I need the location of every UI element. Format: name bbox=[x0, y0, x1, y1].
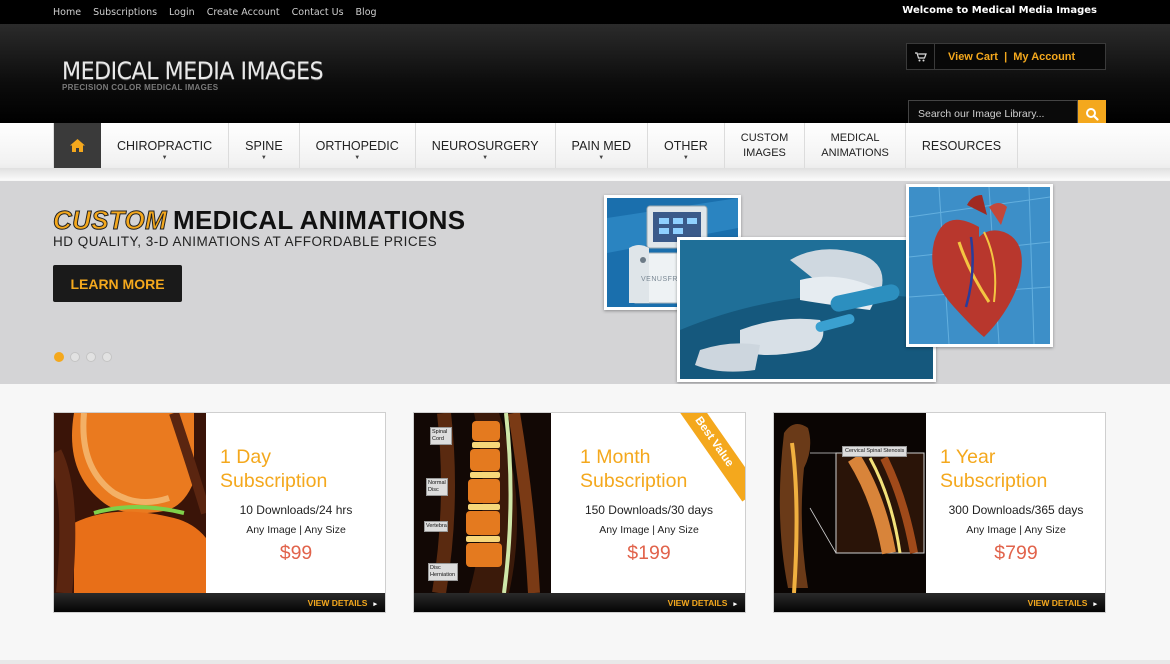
cart-separator: | bbox=[1004, 50, 1008, 63]
view-cart-link[interactable]: View Cart bbox=[948, 51, 998, 63]
nav-item-chiropractic[interactable]: CHIROPRACTIC ▼ bbox=[101, 123, 230, 168]
subscription-card-day[interactable]: 1 Day Subscription 10 Downloads/24 hrs An… bbox=[53, 412, 386, 613]
slider-dot-3[interactable] bbox=[86, 352, 96, 362]
card-footer: VIEW DETAILS ▸ bbox=[774, 593, 1105, 612]
nav-shadow-strip bbox=[0, 168, 1170, 180]
card-title: 1 Day Subscription bbox=[220, 446, 328, 492]
card-footer: VIEW DETAILS ▸ bbox=[414, 593, 745, 612]
card-info: 1 Day Subscription 10 Downloads/24 hrs An… bbox=[206, 413, 385, 593]
main-nav: CHIROPRACTIC ▼ SPINE ▼ ORTHOPEDIC ▼ NEUROSU… bbox=[0, 123, 1170, 180]
header: MEDICAL MEDIA IMAGES PRECISION COLOR MED… bbox=[0, 24, 1170, 128]
chevron-down-icon: ▼ bbox=[260, 155, 267, 161]
treatment-photo bbox=[677, 237, 936, 382]
slider-dot-1[interactable] bbox=[54, 352, 64, 362]
nav-item-medical-animations[interactable]: MEDICAL ANIMATIONS bbox=[805, 123, 906, 168]
label-vertebra: Vertebra bbox=[424, 521, 448, 532]
card-title: 1 Month Subscription bbox=[580, 446, 688, 492]
chevron-right-icon: ▸ bbox=[733, 601, 737, 608]
top-link-blog[interactable]: Blog bbox=[356, 7, 377, 18]
label-spinal-cord: Spinal Cord bbox=[430, 427, 452, 445]
knee-mri-image bbox=[54, 413, 206, 593]
hero-banner: CUSTOM MEDICAL ANIMATIONS HD QUALITY, 3-D… bbox=[0, 181, 1170, 384]
card-price: $199 bbox=[627, 542, 671, 564]
nav-home-button[interactable] bbox=[54, 123, 101, 168]
nav-item-other[interactable]: OTHER ▼ bbox=[648, 123, 725, 168]
chevron-down-icon: ▼ bbox=[598, 155, 605, 161]
nav-item-neurosurgery[interactable]: NEUROSURGERY ▼ bbox=[416, 123, 556, 168]
card-downloads: 300 Downloads/365 days bbox=[948, 503, 1084, 517]
cervical-spine-image: Cervical Spinal Stenosis bbox=[774, 413, 926, 593]
top-links: Home Subscriptions Login Create Account … bbox=[53, 0, 389, 24]
subscription-card-year[interactable]: Cervical Spinal Stenosis 1 Year Subscript… bbox=[773, 412, 1106, 613]
nav-item-custom-images[interactable]: CUSTOM IMAGES bbox=[725, 123, 806, 168]
subscription-card-month[interactable]: Spinal Cord Normal Disc Vertebra Disc He… bbox=[413, 412, 746, 613]
nav-item-spine[interactable]: SPINE ▼ bbox=[229, 123, 300, 168]
my-account-link[interactable]: My Account bbox=[1013, 51, 1075, 63]
home-icon bbox=[70, 139, 85, 152]
card-price: $799 bbox=[994, 542, 1038, 564]
nav-items: CHIROPRACTIC ▼ SPINE ▼ ORTHOPEDIC ▼ NEUROSU… bbox=[53, 123, 1019, 168]
card-any-image: Any Image | Any Size bbox=[966, 524, 1066, 536]
heart-photo bbox=[906, 184, 1053, 347]
top-link-subscriptions[interactable]: Subscriptions bbox=[93, 7, 157, 18]
slider-dots bbox=[54, 352, 112, 362]
chevron-down-icon: ▼ bbox=[161, 155, 168, 161]
lumbar-spine-image: Spinal Cord Normal Disc Vertebra Disc He… bbox=[414, 413, 566, 593]
view-details-link[interactable]: VIEW DETAILS ▸ bbox=[668, 593, 737, 612]
top-link-contact-us[interactable]: Contact Us bbox=[292, 7, 344, 18]
card-any-image: Any Image | Any Size bbox=[246, 524, 346, 536]
card-title: 1 Year Subscription bbox=[940, 446, 1048, 492]
banner-subtitle: HD QUALITY, 3-D ANIMATIONS AT AFFORDABLE… bbox=[53, 234, 438, 249]
cart-account-box: View Cart | My Account bbox=[906, 43, 1106, 70]
view-details-link[interactable]: VIEW DETAILS ▸ bbox=[308, 593, 377, 612]
slider-dot-4[interactable] bbox=[102, 352, 112, 362]
label-normal-disc: Normal Disc bbox=[426, 478, 448, 496]
card-any-image: Any Image | Any Size bbox=[599, 524, 699, 536]
cart-icon[interactable] bbox=[907, 44, 935, 69]
banner-title: CUSTOM MEDICAL ANIMATIONS bbox=[53, 205, 466, 236]
view-details-link[interactable]: VIEW DETAILS ▸ bbox=[1028, 593, 1097, 612]
chevron-down-icon: ▼ bbox=[354, 155, 361, 161]
chevron-down-icon: ▼ bbox=[482, 155, 489, 161]
label-cervical-stenosis: Cervical Spinal Stenosis bbox=[842, 446, 908, 457]
search-icon bbox=[1086, 108, 1099, 121]
subscription-cards: 1 Day Subscription 10 Downloads/24 hrs An… bbox=[53, 412, 1106, 613]
top-link-home[interactable]: Home bbox=[53, 7, 81, 18]
logo-title: MEDICAL MEDIA IMAGES bbox=[62, 57, 324, 85]
page-bottom-divider bbox=[0, 660, 1170, 664]
nav-item-orthopedic[interactable]: ORTHOPEDIC ▼ bbox=[300, 123, 416, 168]
banner-title-highlight: CUSTOM bbox=[53, 205, 168, 236]
nav-item-resources[interactable]: RESOURCES bbox=[906, 123, 1019, 168]
card-footer: VIEW DETAILS ▸ bbox=[54, 593, 385, 612]
nav-item-pain-med[interactable]: PAIN MED ▼ bbox=[556, 123, 649, 168]
learn-more-button[interactable]: LEARN MORE bbox=[53, 265, 182, 302]
slider-dot-2[interactable] bbox=[70, 352, 80, 362]
banner-title-rest: MEDICAL ANIMATIONS bbox=[173, 205, 466, 235]
label-disc-herniation: Disc Herniation bbox=[428, 563, 458, 581]
card-downloads: 10 Downloads/24 hrs bbox=[239, 503, 353, 517]
top-link-create-account[interactable]: Create Account bbox=[207, 7, 280, 18]
card-downloads: 150 Downloads/30 days bbox=[584, 503, 714, 517]
card-price: $99 bbox=[279, 542, 313, 564]
chevron-right-icon: ▸ bbox=[373, 601, 377, 608]
top-bar: Home Subscriptions Login Create Account … bbox=[0, 0, 1170, 24]
site-logo[interactable]: MEDICAL MEDIA IMAGES PRECISION COLOR MED… bbox=[62, 57, 346, 92]
welcome-text: Welcome to Medical Media Images bbox=[902, 5, 1097, 16]
chevron-right-icon: ▸ bbox=[1093, 601, 1097, 608]
chevron-down-icon: ▼ bbox=[682, 155, 689, 161]
card-info: 1 Year Subscription 300 Downloads/365 day… bbox=[926, 413, 1105, 593]
top-link-login[interactable]: Login bbox=[169, 7, 195, 18]
cart-links: View Cart | My Account bbox=[935, 51, 1075, 63]
